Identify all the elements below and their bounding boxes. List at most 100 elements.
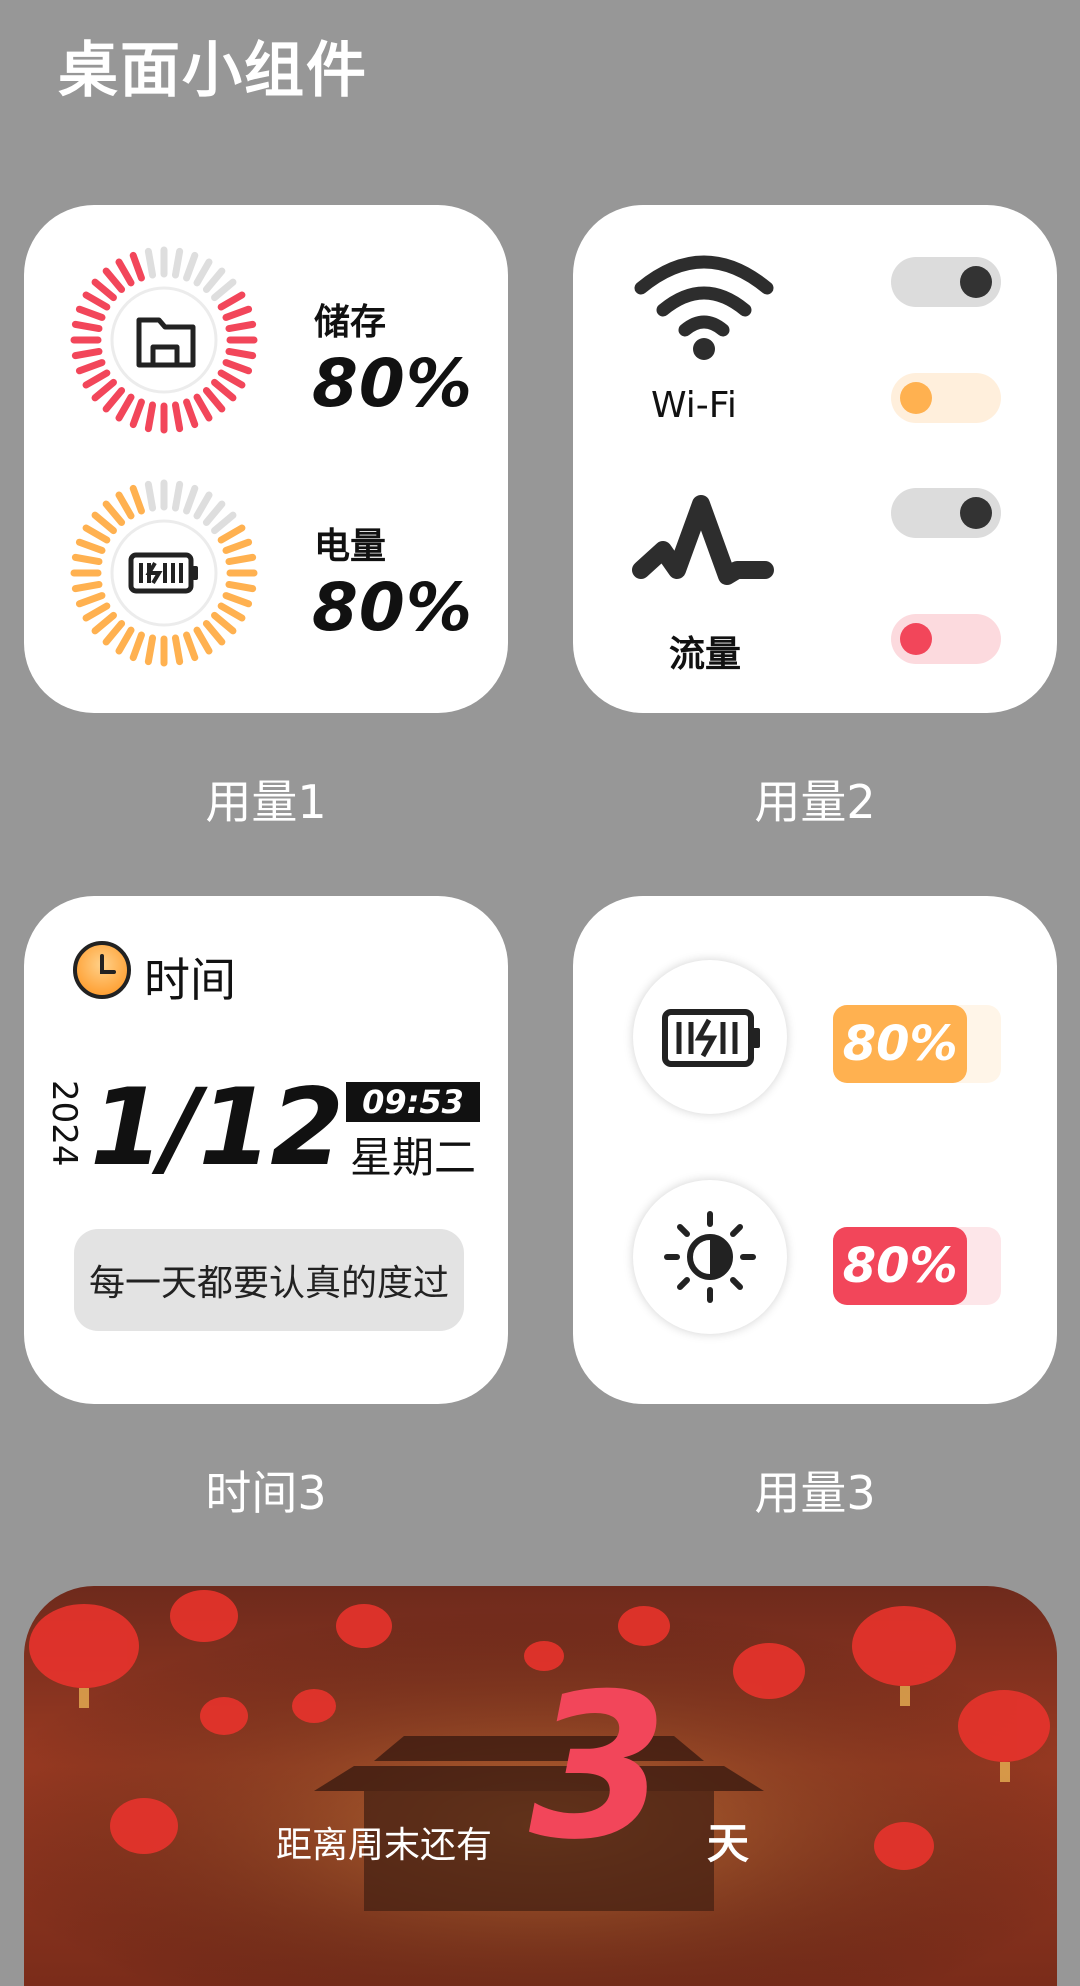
usage3-caption: 用量3 [754,1466,876,1520]
ring-tick [225,553,257,566]
ring-tick [129,251,145,282]
wifi-label: Wi-Fi [651,385,737,426]
storage-value: 80% [312,345,473,422]
ring-tick [217,369,246,389]
wifi-toggle-2[interactable] [891,373,1001,423]
time3-widget[interactable]: 时间 2024 1/12 09:53 星期二 每一天都要认真的度过 [24,896,508,1404]
battery-bar-value: 80% [833,1005,968,1083]
ring-tick [102,387,126,413]
ring-tick [102,267,126,293]
battery-button[interactable] [633,960,787,1114]
toggle-knob [960,497,992,529]
brightness-icon [664,1211,756,1303]
ring-tick [193,626,213,655]
ring-tick [193,258,213,287]
ring-tick [222,592,253,608]
date-text: 1/12 [90,1066,344,1189]
ring-tick [183,484,199,515]
data-label: 流量 [669,634,742,675]
ring-tick [171,634,184,666]
ring-tick [217,524,246,544]
ring-tick [211,511,237,535]
ring-tick [82,291,111,311]
ring-tick [91,511,117,535]
ring-tick [71,553,103,566]
brightness-bar-value: 80% [833,1227,968,1305]
usage1-caption: 用量1 [205,775,327,829]
data-toggle-1[interactable] [891,488,1001,538]
toggle-knob [900,382,932,414]
ring-tick [222,538,253,554]
toggle-knob [960,266,992,298]
countdown-number: 3 [529,1651,669,1884]
ring-tick [71,580,103,593]
ring-tick [129,631,145,662]
countdown-widget[interactable]: 距离周末还有 3 天 [24,1586,1057,1986]
brightness-button[interactable] [633,1180,787,1334]
ring-tick [183,631,199,662]
ring-tick [225,580,257,593]
quote-text: 每一天都要认真的度过 [74,1229,464,1331]
ring-tick [144,480,157,512]
ring-tick [144,634,157,666]
wifi-icon [634,255,774,360]
usage2-caption: 用量2 [754,775,876,829]
ring-tick [171,480,184,512]
ring-tick [202,267,226,293]
time3-caption: 时间3 [205,1466,327,1520]
battery-ring [70,479,258,667]
ring-tick [217,602,246,622]
weekday-text: 星期二 [350,1133,477,1182]
time-text: 09:53 [346,1082,480,1122]
ring-tick [222,359,253,375]
ring-tick [211,278,237,302]
ring-tick [144,401,157,433]
ring-tick [171,247,184,279]
ring-tick [217,291,246,311]
ring-tick [222,305,253,321]
ring-tick [225,320,257,333]
pulse-icon [632,495,774,585]
battery-value: 80% [312,569,473,646]
storage-label: 储存 [314,302,387,343]
ring-tick [225,347,257,360]
clock-icon [73,941,131,999]
data-toggle-2[interactable] [891,614,1001,664]
toggle-knob [900,623,932,655]
ring-tick [183,398,199,429]
ring-tick [129,484,145,515]
brightness-bar: 80% [833,1227,1001,1305]
usage3-widget[interactable]: 80% 80% [573,896,1057,1404]
ring-tick [82,602,111,622]
ring-tick [202,387,226,413]
countdown-prefix: 距离周末还有 [276,1825,493,1866]
ring-tick [171,401,184,433]
ring-tick [75,592,106,608]
wifi-toggle-1[interactable] [891,257,1001,307]
ring-tick [102,500,126,526]
ring-tick [115,491,135,520]
usage2-widget[interactable]: Wi-Fi 流量 [573,205,1057,713]
ring-tick [71,347,103,360]
ring-tick [82,524,111,544]
ring-tick [71,320,103,333]
ring-tick [75,359,106,375]
ring-tick [193,491,213,520]
countdown-suffix: 天 [707,1819,750,1868]
ring-tick [129,398,145,429]
ring-tick [82,369,111,389]
ring-tick [211,611,237,635]
storage-ring [70,246,258,434]
ring-tick [91,611,117,635]
ring-tick [211,378,237,402]
ring-tick [115,626,135,655]
battery-icon [662,1009,760,1067]
ring-tick [193,393,213,422]
ring-tick [115,258,135,287]
usage1-widget[interactable]: 储存 80% 电量 80% [24,205,508,713]
ring-tick [115,393,135,422]
time-header: 时间 [144,953,236,1007]
page-title: 桌面小组件 [58,36,368,106]
ring-tick [91,378,117,402]
ring-tick [144,247,157,279]
